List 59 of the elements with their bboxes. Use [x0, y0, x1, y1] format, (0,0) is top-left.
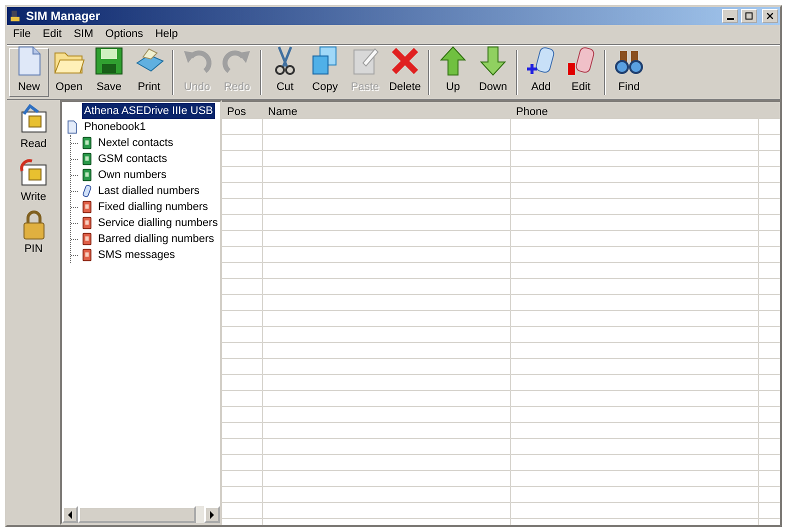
sim-card-icon — [80, 232, 94, 246]
sidebar-button[interactable]: Write — [18, 156, 50, 205]
edit-phone-icon — [565, 44, 597, 76]
column-header[interactable]: Pos — [222, 102, 263, 119]
add-phone-icon — [525, 44, 557, 76]
scroll-left-button[interactable] — [62, 506, 78, 523]
down-arrow-icon — [477, 44, 509, 76]
sim-card-icon — [80, 168, 94, 182]
up-arrow-icon — [437, 44, 469, 76]
toolbar-button[interactable]: Down — [473, 48, 513, 97]
menu-item[interactable]: Help — [149, 25, 184, 44]
toolbar-button[interactable]: Open — [49, 48, 89, 97]
tree-item[interactable]: Nextel contacts — [96, 134, 176, 152]
tree-item[interactable]: GSM contacts — [96, 150, 170, 168]
toolbar-button[interactable]: Print — [129, 48, 169, 97]
menu-item[interactable]: File — [7, 25, 37, 44]
document-icon — [65, 120, 79, 134]
toolbar-button[interactable]: Delete — [385, 48, 425, 97]
tree-item[interactable]: Athena ASEDrive IIIe USB — [82, 102, 216, 120]
scrollbar-track[interactable] — [196, 506, 204, 523]
toolbar-button[interactable]: Find — [609, 48, 649, 97]
tree-item[interactable]: Service dialling numbers — [96, 214, 220, 232]
minimize-icon — [726, 18, 734, 20]
minimize-button[interactable] — [722, 9, 738, 23]
maximize-button[interactable] — [741, 9, 757, 23]
tree-item[interactable]: Fixed dialling numbers — [96, 198, 210, 216]
menu-item[interactable]: SIM — [68, 25, 100, 44]
sidebar-button[interactable]: PIN — [18, 209, 50, 258]
menu-item[interactable]: Edit — [36, 25, 68, 44]
scroll-right-button[interactable] — [204, 506, 220, 523]
toolbar-button[interactable]: Cut — [265, 48, 305, 97]
right-arrow-icon — [209, 510, 215, 518]
toolbar-button[interactable]: Save — [89, 48, 129, 97]
column-header[interactable]: Phone — [511, 102, 759, 119]
maximize-icon — [744, 11, 754, 21]
left-arrow-icon — [67, 510, 73, 518]
toolbar-button[interactable]: Edit — [561, 48, 601, 97]
window-title: SIM Manager — [26, 8, 102, 25]
toolbar-button[interactable]: Add — [521, 48, 561, 97]
sim-card-icon — [80, 216, 94, 230]
sim-card-icon — [80, 248, 94, 262]
tree-item[interactable]: Barred dialling numbers — [96, 230, 216, 248]
scrollbar-thumb[interactable] — [78, 506, 196, 523]
sim-card-icon — [80, 136, 94, 150]
toolbar-button[interactable]: New — [9, 48, 49, 97]
menu-item[interactable]: Options — [99, 25, 150, 44]
close-icon — [765, 11, 775, 21]
tree-item[interactable]: Own numbers — [96, 166, 168, 184]
close-button[interactable] — [762, 9, 778, 23]
sim-card-icon — [18, 156, 50, 188]
toolbar-button[interactable]: Copy — [305, 48, 345, 97]
sim-card-icon — [80, 200, 94, 214]
tree-item[interactable]: SMS messages — [96, 246, 178, 264]
tree-item[interactable]: Last dialled numbers — [96, 182, 202, 200]
tree-item[interactable]: Phonebook1 — [82, 118, 148, 136]
toolbar-button[interactable]: Up — [433, 48, 473, 97]
column-header[interactable]: Name — [263, 102, 511, 119]
sidebar-button[interactable]: Read — [18, 104, 50, 152]
sim-card-icon — [80, 152, 94, 166]
